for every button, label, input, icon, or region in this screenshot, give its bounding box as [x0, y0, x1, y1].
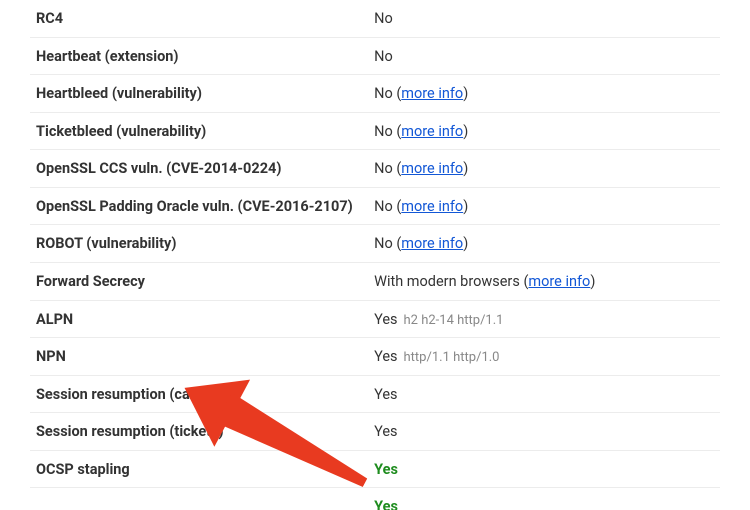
row-label: OCSP stapling	[30, 450, 368, 488]
row-label: RC4	[30, 0, 368, 37]
table-row: OpenSSL Padding Oracle vuln. (CVE-2016-2…	[30, 187, 720, 225]
more-info-link[interactable]: more info	[401, 123, 463, 140]
table-row: ALPN Yes h2 h2-14 http/1.1	[30, 300, 720, 338]
row-value-text: Yes	[374, 311, 397, 328]
row-label: Ticketbleed (vulnerability)	[30, 112, 368, 150]
row-value: No (more info)	[368, 112, 720, 150]
row-label: OpenSSL CCS vuln. (CVE-2014-0224)	[30, 150, 368, 188]
row-value-text: Yes	[374, 498, 398, 510]
row-value-text: With modern browsers	[374, 273, 520, 290]
row-value: No (more info)	[368, 225, 720, 263]
row-label: ALPN	[30, 300, 368, 338]
row-value: Yes	[368, 375, 720, 413]
row-label: Session resumption (caching)	[30, 375, 368, 413]
table-row: Strict Transport Security (HSTS)Yesmax-a…	[30, 488, 720, 510]
page: RC4NoHeartbeat (extension)NoHeartbleed (…	[0, 0, 750, 510]
row-value-text: Yes	[374, 423, 397, 440]
table-row: Forward SecrecyWith modern browsers (mor…	[30, 262, 720, 300]
details-table: RC4NoHeartbeat (extension)NoHeartbleed (…	[30, 0, 720, 510]
table-row: Session resumption (caching) Yes	[30, 375, 720, 413]
row-label: Strict Transport Security (HSTS)	[30, 488, 368, 510]
table-row: Heartbleed (vulnerability)No (more info)	[30, 75, 720, 113]
row-label: ROBOT (vulnerability)	[30, 225, 368, 263]
row-value-extra: http/1.1 http/1.0	[404, 350, 500, 365]
table-row: Session resumption (tickets) Yes	[30, 413, 720, 451]
row-value-text: No	[374, 85, 393, 102]
row-label: Forward Secrecy	[30, 262, 368, 300]
row-value-text: No	[374, 198, 393, 215]
row-value-text: No	[374, 123, 393, 140]
row-value: Yes	[368, 413, 720, 451]
more-info-link[interactable]: more info	[401, 160, 463, 177]
row-value: No (more info)	[368, 187, 720, 225]
row-label: NPN	[30, 338, 368, 376]
table-row: OCSP stapling Yes	[30, 450, 720, 488]
table-row: Heartbeat (extension) No	[30, 37, 720, 75]
row-value: No	[368, 0, 720, 37]
row-value-text: No	[374, 48, 393, 65]
row-value-text: No	[374, 160, 393, 177]
row-value: Yes http/1.1 http/1.0	[368, 338, 720, 376]
row-value: Yesmax-age=31536000	[368, 488, 720, 510]
table-row: RC4 No	[30, 0, 720, 37]
table-row: Ticketbleed (vulnerability)No (more info…	[30, 112, 720, 150]
row-label: Session resumption (tickets)	[30, 413, 368, 451]
row-value: Yes	[368, 450, 720, 488]
row-value-text: Yes	[374, 348, 397, 365]
row-label: Heartbleed (vulnerability)	[30, 75, 368, 113]
more-info-link[interactable]: more info	[401, 235, 463, 252]
more-info-link[interactable]: more info	[528, 273, 590, 290]
row-value-text: No	[374, 235, 393, 252]
table-row: ROBOT (vulnerability)No (more info)	[30, 225, 720, 263]
row-value: No (more info)	[368, 150, 720, 188]
table-row: OpenSSL CCS vuln. (CVE-2014-0224)No (mor…	[30, 150, 720, 188]
more-info-link[interactable]: more info	[401, 85, 463, 102]
row-label: Heartbeat (extension)	[30, 37, 368, 75]
more-info-link[interactable]: more info	[401, 198, 463, 215]
table-row: NPN Yes http/1.1 http/1.0	[30, 338, 720, 376]
row-value: No	[368, 37, 720, 75]
row-label: OpenSSL Padding Oracle vuln. (CVE-2016-2…	[30, 187, 368, 225]
row-value: Yes h2 h2-14 http/1.1	[368, 300, 720, 338]
row-value: With modern browsers (more info)	[368, 262, 720, 300]
row-value-text: No	[374, 10, 393, 27]
row-value-text: Yes	[374, 386, 397, 403]
row-value: No (more info)	[368, 75, 720, 113]
row-value-text: Yes	[374, 461, 398, 478]
row-value-extra: h2 h2-14 http/1.1	[404, 313, 504, 328]
